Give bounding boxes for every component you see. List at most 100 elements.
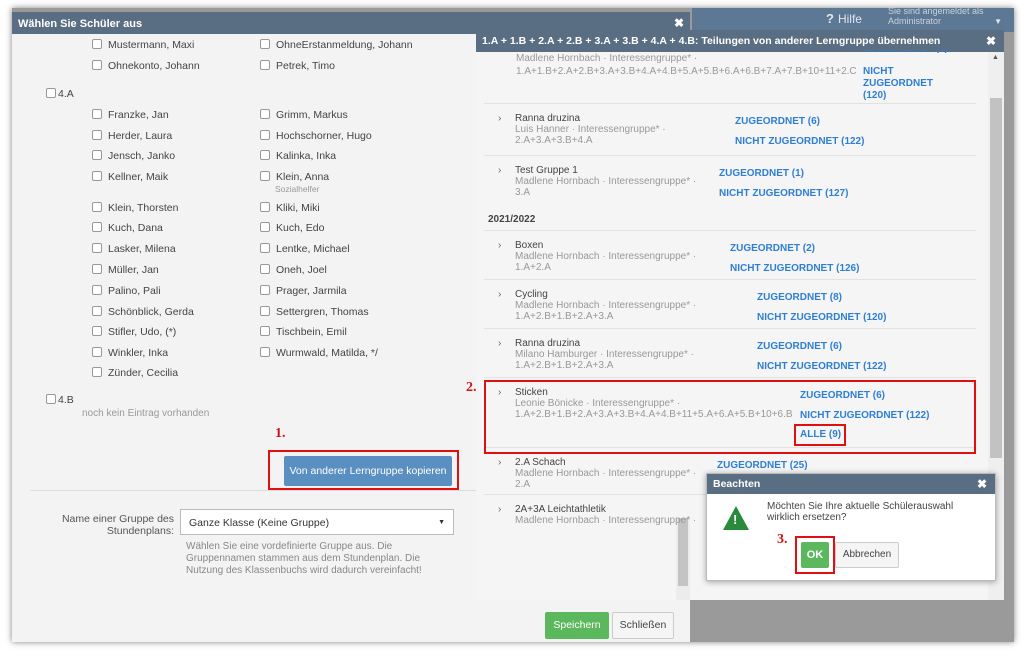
checkbox[interactable]: [260, 243, 270, 253]
dialog-title: Beachten ✖: [707, 474, 995, 494]
group-name: 2.A Schach: [515, 457, 566, 468]
checkbox[interactable]: [260, 60, 270, 70]
student-checkbox[interactable]: Winkler, Inka: [92, 347, 168, 359]
help-link[interactable]: ? Hilfe: [826, 11, 862, 26]
close-icon[interactable]: ✖: [674, 16, 684, 30]
student-checkbox[interactable]: Kuch, Edo: [260, 222, 324, 234]
checkbox[interactable]: [46, 394, 56, 404]
checkbox[interactable]: [260, 222, 270, 232]
checkbox[interactable]: [260, 171, 270, 181]
checkbox[interactable]: [92, 109, 102, 119]
close-icon[interactable]: ✖: [977, 477, 987, 491]
student-checkbox[interactable]: Klein, Thorsten: [92, 202, 178, 214]
student-checkbox[interactable]: Grimm, Markus: [260, 109, 348, 121]
student-checkbox[interactable]: Oneh, Joel: [260, 264, 327, 276]
group-classes: 2.A: [515, 479, 531, 490]
checkbox[interactable]: [46, 88, 56, 98]
not-assigned-link[interactable]: NICHT ZUGEORDNET (122): [757, 361, 886, 372]
student-checkbox[interactable]: Mustermann, Maxi: [92, 39, 194, 51]
student-checkbox[interactable]: Müller, Jan: [92, 264, 159, 276]
student-checkbox[interactable]: Settergren, Thomas: [260, 306, 369, 318]
checkbox[interactable]: [92, 130, 102, 140]
group-name: Test Gruppe 1: [515, 165, 578, 176]
student-checkbox[interactable]: Herder, Laura: [92, 130, 172, 142]
checkbox[interactable]: [260, 347, 270, 357]
checkbox[interactable]: [260, 306, 270, 316]
checkbox[interactable]: [260, 285, 270, 295]
student-checkbox[interactable]: Petrek, Timo: [260, 60, 335, 72]
not-assigned-link[interactable]: NICHT ZUGEORDNET (120): [757, 312, 886, 323]
user-info[interactable]: Sie sind angemeldet als Administrator: [888, 6, 984, 26]
chevron-right-icon[interactable]: ›: [498, 113, 501, 124]
checkbox[interactable]: [92, 326, 102, 336]
assigned-link[interactable]: ZUGEORDNET (8): [757, 292, 842, 303]
chevron-right-icon[interactable]: ›: [498, 165, 501, 176]
student-checkbox[interactable]: Wurmwald, Matilda, */: [260, 347, 378, 359]
cancel-button[interactable]: Abbrechen: [835, 542, 899, 568]
group-checkbox-4b[interactable]: 4.B: [46, 394, 74, 406]
student-checkbox[interactable]: Hochschorner, Hugo: [260, 130, 372, 142]
not-assigned-link[interactable]: NICHT ZUGEORDNET (122): [735, 136, 864, 147]
student-checkbox[interactable]: OhneErstanmeldung, Johann: [260, 39, 413, 51]
checkbox[interactable]: [92, 60, 102, 70]
student-checkbox[interactable]: Kellner, Maik: [92, 171, 168, 183]
student-checkbox[interactable]: Prager, Jarmila: [260, 285, 347, 297]
student-checkbox[interactable]: Ohnekonto, Johann: [92, 60, 200, 72]
save-button[interactable]: Speichern: [545, 612, 609, 639]
close-button[interactable]: Schließen: [612, 612, 674, 639]
checkbox[interactable]: [260, 39, 270, 49]
assigned-link[interactable]: ZUGEORDNET (1): [719, 168, 804, 179]
student-checkbox[interactable]: Schönblick, Gerda: [92, 306, 194, 318]
student-checkbox[interactable]: Kuch, Dana: [92, 222, 163, 234]
chevron-down-icon[interactable]: ▼: [994, 17, 1002, 26]
student-checkbox[interactable]: Kliki, Miki: [260, 202, 320, 214]
student-checkbox[interactable]: Stifler, Udo, (*): [92, 326, 176, 338]
checkbox[interactable]: [92, 39, 102, 49]
checkbox[interactable]: [92, 285, 102, 295]
student-checkbox[interactable]: Zünder, Cecilia: [92, 367, 178, 379]
checkbox[interactable]: [92, 264, 102, 274]
group-subtitle: Madlene Hornbach · Interessengruppe* ·: [515, 176, 697, 187]
close-icon[interactable]: ✖: [986, 34, 996, 48]
checkbox[interactable]: [92, 306, 102, 316]
not-assigned-link[interactable]: NICHT ZUGEORDNET (126): [730, 263, 859, 274]
not-assigned-link[interactable]: NICHT ZUGEORDNET (127): [719, 188, 848, 199]
student-checkbox[interactable]: Kalinka, Inka: [260, 150, 336, 162]
student-checkbox[interactable]: Franzke, Jan: [92, 109, 169, 121]
checkbox[interactable]: [260, 264, 270, 274]
student-checkbox[interactable]: Lentke, Michael: [260, 243, 350, 255]
student-checkbox[interactable]: Palino, Pali: [92, 285, 161, 297]
chevron-right-icon[interactable]: ›: [498, 240, 501, 251]
student-checkbox[interactable]: Jensch, Janko: [92, 150, 175, 162]
checkbox[interactable]: [92, 222, 102, 232]
assigned-link[interactable]: ZUGEORDNET (25): [717, 460, 808, 471]
checkbox[interactable]: [92, 171, 102, 181]
student-checkbox[interactable]: Klein, Anna: [260, 171, 329, 183]
scroll-up-icon[interactable]: ▲: [992, 54, 999, 61]
checkbox[interactable]: [92, 202, 102, 212]
assigned-link[interactable]: ZUGEORDNET (2): [730, 243, 815, 254]
checkbox[interactable]: [92, 150, 102, 160]
chevron-right-icon[interactable]: ›: [498, 457, 501, 468]
not-assigned-link[interactable]: NICHT ZUGEORDNET (120): [863, 66, 939, 102]
checkbox[interactable]: [260, 109, 270, 119]
copy-from-group-button[interactable]: Von anderer Lerngruppe kopieren: [284, 456, 452, 486]
student-checkbox[interactable]: Tischbein, Emil: [260, 326, 347, 338]
chevron-right-icon[interactable]: ›: [498, 338, 501, 349]
student-checkbox[interactable]: Lasker, Milena: [92, 243, 176, 255]
checkbox[interactable]: [260, 130, 270, 140]
scroll-thumb[interactable]: [990, 98, 1002, 458]
ok-button[interactable]: OK: [801, 542, 829, 568]
assigned-link[interactable]: ZUGEORDNET (6): [757, 341, 842, 352]
assigned-link[interactable]: ZUGEORDNET (6): [735, 116, 820, 127]
group-checkbox-4a[interactable]: 4.A: [46, 88, 74, 100]
checkbox[interactable]: [260, 202, 270, 212]
checkbox[interactable]: [92, 347, 102, 357]
group-select[interactable]: Ganze Klasse (Keine Gruppe) ▼: [180, 509, 454, 535]
checkbox[interactable]: [92, 243, 102, 253]
checkbox[interactable]: [92, 367, 102, 377]
chevron-right-icon[interactable]: ›: [498, 289, 501, 300]
checkbox[interactable]: [260, 326, 270, 336]
chevron-right-icon[interactable]: ›: [498, 504, 501, 515]
checkbox[interactable]: [260, 150, 270, 160]
